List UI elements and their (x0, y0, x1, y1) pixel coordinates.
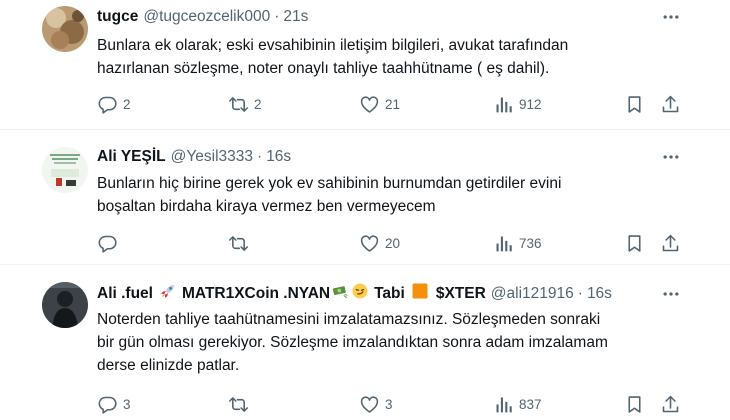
tweet-text-line: derse elinizde patlar. (97, 357, 240, 374)
reply-count: 2 (123, 96, 131, 112)
like-icon (360, 395, 379, 413)
like-count: 20 (385, 235, 401, 251)
display-name-part[interactable]: Ali .fuel (97, 283, 153, 305)
separator: · (274, 8, 280, 25)
reply-icon (98, 396, 117, 414)
reply-icon (98, 235, 117, 253)
display-name-part[interactable]: $XTER (436, 283, 486, 305)
views-icon (496, 397, 512, 412)
views-icon (496, 236, 512, 251)
bookmark-icon (628, 95, 641, 113)
reply-button[interactable]: 2 (97, 93, 131, 115)
retweet-icon (228, 96, 249, 112)
like-button[interactable]: 3 (359, 393, 393, 415)
action-bar: 3 3 837 (97, 393, 687, 415)
share-button[interactable] (660, 232, 681, 254)
share-icon (662, 95, 679, 112)
display-name[interactable]: Ali YEŞİL (97, 146, 166, 168)
avatar[interactable] (42, 6, 88, 52)
bookmark-icon (628, 234, 641, 252)
share-button[interactable] (660, 393, 681, 415)
timestamp[interactable]: 16s (266, 146, 291, 168)
views-count: 736 (519, 235, 542, 251)
action-bar: 20 736 (97, 232, 687, 254)
more-icon[interactable] (660, 146, 682, 168)
retweet-icon (228, 396, 249, 412)
tweet-text-line: Bunlara ek olarak; eski evsahibinin ilet… (97, 37, 569, 54)
share-icon (662, 395, 679, 412)
tweet-text: Noterden tahliye taahütnamesini imzalata… (97, 308, 657, 377)
more-icon[interactable] (660, 283, 682, 305)
avatar[interactable] (42, 147, 88, 193)
user-handle[interactable]: @Yesil3333 (171, 146, 253, 168)
user-handle[interactable]: @tugceozcelik000 (143, 6, 270, 28)
bookmark-icon (628, 395, 641, 413)
timestamp[interactable]: 21s (283, 6, 308, 28)
retweet-icon (228, 235, 249, 251)
timestamp[interactable]: 16s (587, 283, 612, 305)
more-icon[interactable] (660, 6, 682, 28)
tweet-text: Bunların hiç birine gerek yok ev sahibin… (97, 172, 657, 218)
reply-button[interactable] (97, 232, 123, 254)
reply-count: 3 (123, 396, 131, 412)
bookmark-button[interactable] (624, 232, 645, 254)
bookmark-button[interactable] (624, 93, 645, 115)
reply-button[interactable]: 3 (97, 393, 131, 415)
like-icon (360, 234, 379, 252)
like-icon (360, 95, 379, 113)
smirking-face-icon (351, 282, 369, 307)
tweet-text-line: Noterden tahliye taahütnamesini imzalata… (97, 311, 601, 328)
display-name-part[interactable]: MATR1XCoin .NYAN (182, 283, 330, 305)
tweet-text-line: boşaltan birdaha kiraya vermez ben verme… (97, 198, 436, 215)
views-count: 912 (519, 96, 542, 112)
orange-square-icon (411, 282, 429, 307)
bookmark-button[interactable] (624, 393, 645, 415)
views-button[interactable]: 736 (493, 232, 542, 254)
like-button[interactable]: 21 (359, 93, 400, 115)
like-count: 21 (385, 96, 401, 112)
tweet-2[interactable]: Ali YEŞİL @Yesil3333 · 16s Bunların hiç … (0, 130, 730, 264)
tweet-3[interactable]: Ali .fuel MATR1XCoin .NYAN Tabi $XTER @a… (0, 265, 730, 420)
views-button[interactable]: 912 (493, 93, 542, 115)
share-button[interactable] (660, 93, 681, 115)
display-name[interactable]: tugce (97, 6, 138, 28)
views-button[interactable]: 837 (493, 393, 542, 415)
retweet-button[interactable]: 2 (228, 93, 262, 115)
share-icon (662, 234, 679, 251)
money-icon (331, 282, 349, 307)
tweet-text-line: bir gün olması gerekiyor. Sözleşme imzal… (97, 334, 608, 351)
retweet-count: 2 (254, 96, 262, 112)
tweet-1[interactable]: tugce @tugceozcelik000 · 21s Bunlara ek … (0, 0, 730, 128)
action-bar: 2 2 21 912 (97, 93, 687, 115)
separator: · (577, 285, 583, 302)
rocket-icon (159, 282, 177, 307)
views-count: 837 (519, 396, 542, 412)
user-handle[interactable]: @ali121916 (491, 283, 574, 305)
reply-icon (98, 96, 117, 114)
tweet-text: Bunlara ek olarak; eski evsahibinin ilet… (97, 34, 657, 80)
avatar[interactable] (42, 282, 88, 328)
tweet-text-line: hazırlanan sözleşme, noter onaylı tahliy… (97, 60, 550, 77)
retweet-button[interactable] (228, 232, 254, 254)
retweet-button[interactable] (228, 393, 254, 415)
like-count: 3 (385, 396, 393, 412)
tweet-text-line: Bunların hiç birine gerek yok ev sahibin… (97, 175, 562, 192)
views-icon (496, 97, 512, 112)
separator: · (257, 148, 263, 165)
display-name-part[interactable]: Tabi (374, 283, 405, 305)
like-button[interactable]: 20 (359, 232, 400, 254)
